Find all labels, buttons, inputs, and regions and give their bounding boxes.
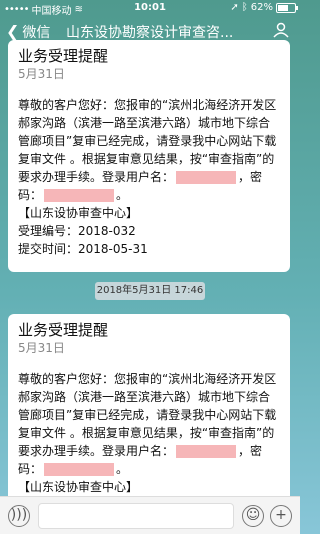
back-button[interactable]: ❮ 微信: [6, 22, 50, 42]
chevron-left-icon: ❮: [6, 22, 20, 41]
battery-icon: [276, 2, 298, 13]
redacted-password: [44, 189, 115, 202]
timestamp-badge: 2018年5月31日 17:46: [95, 282, 205, 300]
signature: 【山东设协审查中心】: [18, 480, 139, 494]
submit-time: 提交时间：2018-05-31: [18, 242, 148, 256]
status-right: ➚ ᛒ 62%: [230, 2, 298, 13]
battery-fill: [278, 4, 288, 11]
message-body: 尊敬的客户您好：您报审的“滨州北海经济开发区郝家沟路（滨港一路至滨港六路）城市地…: [18, 370, 280, 496]
message-card[interactable]: 业务受理提醒 5月31日 尊敬的客户您好：您报审的“滨州北海经济开发区郝家沟路（…: [8, 40, 290, 272]
message-input[interactable]: [38, 503, 234, 529]
redacted-username: [176, 171, 237, 184]
location-icon: ➚: [230, 2, 239, 13]
redacted-username: [176, 445, 237, 458]
back-label: 微信: [22, 25, 51, 41]
chat-title: 山东设协勘察设计审查咨...: [66, 25, 234, 41]
battery-percent: 62%: [250, 2, 273, 13]
voice-icon[interactable]: ))): [8, 505, 30, 527]
person-icon[interactable]: [272, 22, 290, 38]
status-bar: ••••• 中国移动 ≋ 10:01 ➚ ᛒ 62%: [0, 0, 300, 17]
message-title: 业务受理提醒: [18, 47, 109, 65]
message-title: 业务受理提醒: [18, 321, 109, 339]
message-body: 尊敬的客户您好：您报审的“滨州北海经济开发区郝家沟路（滨港一路至滨港六路）城市地…: [18, 96, 280, 258]
end-mark: 。: [116, 188, 129, 202]
accept-number: 受理编号：2018-032: [18, 224, 136, 238]
redacted-password: [44, 463, 115, 476]
end-mark: 。: [116, 462, 129, 476]
emoji-icon[interactable]: ☺: [242, 505, 264, 527]
input-bar: ))) ☺ +: [0, 496, 300, 534]
signature: 【山东设协审查中心】: [18, 206, 139, 220]
plus-icon[interactable]: +: [270, 505, 292, 527]
message-card[interactable]: 业务受理提醒 5月31日 尊敬的客户您好：您报审的“滨州北海经济开发区郝家沟路（…: [8, 314, 290, 496]
bluetooth-icon: ᛒ: [241, 2, 248, 13]
message-date: 5月31日: [18, 341, 65, 355]
message-date: 5月31日: [18, 67, 65, 81]
